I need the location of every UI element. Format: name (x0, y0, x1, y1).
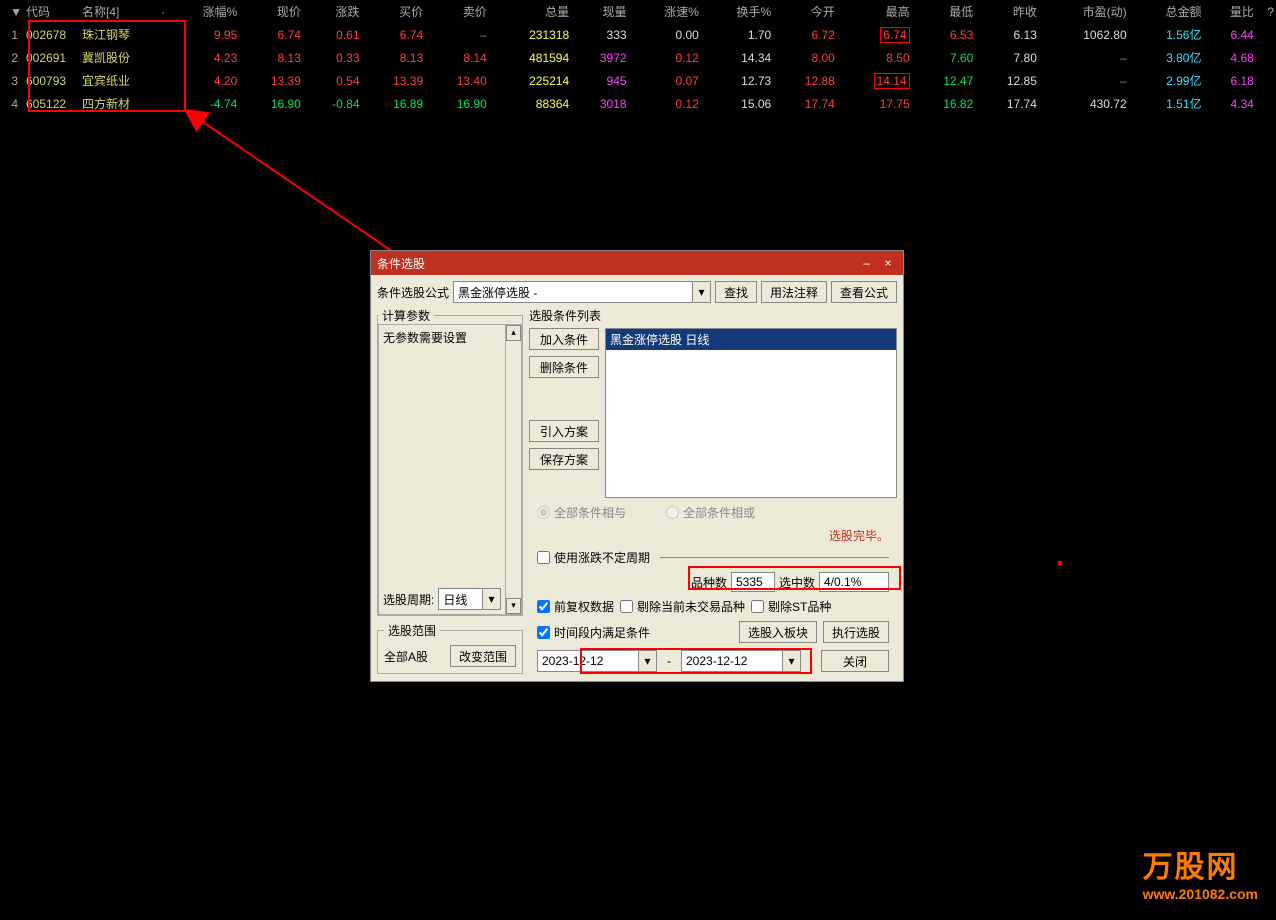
delete-condition-button[interactable]: 删除条件 (529, 356, 599, 378)
col-header[interactable]: 代码 (24, 0, 80, 23)
condition-list[interactable]: 黑金涨停选股 日线 (605, 328, 897, 498)
formula-combo[interactable]: 黑金涨停选股 - ▾ (453, 281, 711, 303)
col-header[interactable]: · (152, 0, 167, 23)
chevron-down-icon[interactable]: ▾ (482, 589, 500, 609)
table-row[interactable]: 2002691冀凯股份4.238.130.338.138.14481594397… (0, 46, 1276, 69)
params-area: 无参数需要设置 选股周期: 日线 ▾ (378, 324, 506, 615)
date-to-value: 2023-12-12 (686, 654, 747, 668)
run-selection-button[interactable]: 执行选股 (823, 621, 889, 643)
formula-value: 黑金涨停选股 - (458, 284, 537, 301)
dialog-title: 条件选股 (377, 255, 425, 272)
col-header[interactable]: 现量 (571, 0, 628, 23)
count-value: 5335 (731, 572, 775, 592)
col-header[interactable]: 市盈(动) (1039, 0, 1129, 23)
view-formula-button[interactable]: 查看公式 (831, 281, 897, 303)
chk-remove-notrading[interactable]: 剔除当前未交易品种 (620, 598, 745, 615)
to-block-button[interactable]: 选股入板块 (739, 621, 817, 643)
col-header[interactable]: ? (1256, 0, 1276, 23)
col-header[interactable]: 最高 (837, 0, 912, 23)
import-plan-button[interactable]: 引入方案 (529, 420, 599, 442)
add-condition-button[interactable]: 加入条件 (529, 328, 599, 350)
period-combo[interactable]: 日线 ▾ (438, 588, 501, 610)
col-header[interactable]: 总量 (489, 0, 571, 23)
dialog-stock-selector: 条件选股 – × 条件选股公式 黑金涨停选股 - ▾ 查找 用法注释 查看公式 … (370, 250, 904, 682)
scope-value: 全部A股 (384, 648, 444, 665)
cond-list-title: 选股条件列表 (529, 307, 897, 324)
table-row[interactable]: 4605122四方新材-4.7416.90-0.8416.8916.908836… (0, 92, 1276, 115)
count-label: 品种数 (691, 574, 727, 591)
brand-watermark: 万股网 www.201082.com (1143, 842, 1258, 902)
scope-fieldset: 选股范围 全部A股 改变范围 (377, 622, 523, 674)
minimize-icon[interactable]: – (858, 256, 876, 270)
chevron-down-icon[interactable]: ▾ (782, 651, 800, 671)
chk-remove-st[interactable]: 剔除ST品种 (751, 598, 831, 615)
save-plan-button[interactable]: 保存方案 (529, 448, 599, 470)
col-header[interactable]: 现价 (239, 0, 303, 23)
col-header[interactable]: 最低 (912, 0, 976, 23)
period-value: 日线 (443, 591, 467, 608)
brand-name: 万股网 (1143, 842, 1258, 886)
change-scope-button[interactable]: 改变范围 (450, 645, 516, 667)
col-header[interactable]: 昨收 (975, 0, 1039, 23)
table-row[interactable]: 1002678珠江钢琴9.956.740.616.74–2313183330.0… (0, 23, 1276, 46)
col-header[interactable]: 卖价 (425, 0, 489, 23)
scrollbar[interactable]: ▴ ▾ (506, 324, 522, 615)
col-header[interactable]: 今开 (773, 0, 837, 23)
date-from-value: 2023-12-12 (542, 654, 603, 668)
brand-url: www.201082.com (1143, 886, 1258, 902)
chk-forward-adjust[interactable]: 前复权数据 (537, 598, 614, 615)
col-header[interactable]: 量比 (1203, 0, 1255, 23)
date-to[interactable]: 2023-12-12 ▾ (681, 650, 801, 672)
hit-label: 选中数 (779, 574, 815, 591)
scope-legend: 选股范围 (384, 622, 440, 639)
table-header-row: ▼代码名称[4]·涨幅%现价涨跌买价卖价总量现量涨速%换手%今开最高最低昨收市盈… (0, 0, 1276, 23)
stock-table: ▼代码名称[4]·涨幅%现价涨跌买价卖价总量现量涨速%换手%今开最高最低昨收市盈… (0, 0, 1276, 115)
chevron-down-icon[interactable]: ▾ (692, 282, 710, 302)
table-row[interactable]: 3600793宜宾纸业4.2013.390.5413.3913.40225214… (0, 69, 1276, 92)
condition-item[interactable]: 黑金涨停选股 日线 (606, 329, 896, 350)
period-label: 选股周期: (383, 591, 434, 608)
done-text: 选股完毕。 (529, 527, 897, 544)
scroll-up-icon[interactable]: ▴ (506, 325, 521, 341)
usage-button[interactable]: 用法注释 (761, 281, 827, 303)
chk-time-range[interactable]: 时间段内满足条件 (537, 624, 650, 641)
col-header[interactable]: 名称[4] (80, 0, 152, 23)
dialog-titlebar[interactable]: 条件选股 – × (371, 251, 903, 275)
scroll-down-icon[interactable]: ▾ (506, 598, 521, 614)
close-button[interactable]: 关闭 (821, 650, 889, 672)
col-header[interactable]: 买价 (362, 0, 426, 23)
col-header[interactable]: 换手% (701, 0, 773, 23)
col-header[interactable]: ▼ (0, 0, 24, 23)
chevron-down-icon[interactable]: ▾ (638, 651, 656, 671)
date-separator: - (667, 654, 671, 668)
hit-value: 4/0.1% (819, 572, 889, 592)
params-legend: 计算参数 (378, 307, 434, 324)
radio-or[interactable]: 全部条件相或 (666, 504, 755, 521)
chk-uncertain-period[interactable]: 使用涨跌不定周期 (537, 549, 650, 566)
col-header[interactable]: 涨跌 (303, 0, 362, 23)
find-button[interactable]: 查找 (715, 281, 757, 303)
radio-and[interactable]: 全部条件相与 (537, 504, 626, 521)
params-empty-text: 无参数需要设置 (383, 331, 467, 345)
col-header[interactable]: 涨速% (629, 0, 701, 23)
date-from[interactable]: 2023-12-12 ▾ (537, 650, 657, 672)
formula-label: 条件选股公式 (377, 284, 449, 301)
col-header[interactable]: 总金额 (1129, 0, 1204, 23)
col-header[interactable]: 涨幅% (167, 0, 239, 23)
close-icon[interactable]: × (879, 256, 897, 270)
